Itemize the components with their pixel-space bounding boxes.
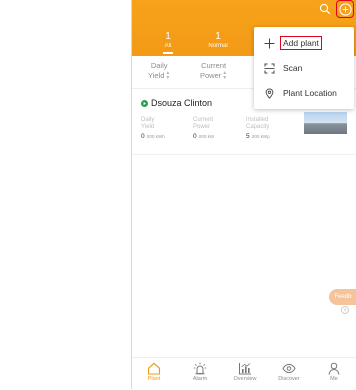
tab-normal[interactable]: 1 Normal xyxy=(198,31,238,51)
tab-label: Normal xyxy=(208,43,228,49)
metric-unit: .000 kWh xyxy=(145,134,165,139)
nav-item-alarm[interactable]: Alarm xyxy=(180,362,220,382)
add-menu: Add plant Scan Plant Location xyxy=(254,27,354,109)
metric-value: 0 xyxy=(141,133,145,140)
sort-label: Yield xyxy=(148,71,165,80)
plant-thumbnail xyxy=(304,112,347,134)
status-ok-icon xyxy=(141,99,148,107)
nav-item-me[interactable]: Me xyxy=(314,362,354,382)
metric-daily-yield: Daily Yield 0.000 kWh xyxy=(141,117,165,140)
sort-label: Current xyxy=(201,61,227,70)
metric-label: Yield xyxy=(141,124,155,130)
metric-label: Capacity xyxy=(246,124,270,130)
header-actions xyxy=(318,0,354,18)
nav-label: Discover xyxy=(278,376,300,382)
tab-underline xyxy=(163,52,173,54)
nav-label: Overview xyxy=(233,376,257,382)
feedback-button[interactable]: Feedb xyxy=(329,289,356,305)
menu-item-label: Scan xyxy=(283,63,303,73)
nav-label: Plant xyxy=(147,376,161,382)
menu-item-add-plant[interactable]: Add plant xyxy=(254,31,354,55)
chart-icon xyxy=(225,362,265,376)
metric-unit: .000 kWp xyxy=(250,134,270,139)
menu-item-label: Add plant xyxy=(280,36,322,50)
sort-current-power[interactable]: Current Power▲ ▼ xyxy=(200,61,227,81)
add-circle-icon[interactable] xyxy=(336,0,354,18)
menu-item-plant-location[interactable]: Plant Location xyxy=(254,81,354,105)
person-icon xyxy=(314,362,354,376)
metric-label: Installed xyxy=(246,117,269,123)
tab-all[interactable]: 1 All xyxy=(148,31,188,54)
nav-item-plant[interactable]: Plant xyxy=(134,362,174,382)
nav-label: Alarm xyxy=(192,376,208,382)
metric-unit: .000 kW xyxy=(197,134,215,139)
nav-item-overview[interactable]: Overview xyxy=(225,362,265,382)
metric-label: Current xyxy=(193,117,214,123)
sort-label: Daily xyxy=(150,61,168,70)
feedback-label: Feedb xyxy=(334,294,352,300)
sort-arrows-icon: ▲ ▼ xyxy=(222,70,228,82)
scan-icon xyxy=(263,62,275,74)
plant-name: Dsouza Clinton xyxy=(151,98,213,108)
sort-arrows-icon: ▲ ▼ xyxy=(165,70,171,82)
home-icon xyxy=(134,362,174,376)
sort-label: Power xyxy=(200,71,222,80)
app-screen: 1 All 1 Normal Daily Yield▲ ▼ Current Pow… xyxy=(131,0,356,390)
tab-count: 1 xyxy=(215,31,221,42)
metric-value: 5 xyxy=(246,133,250,140)
bottom-nav: Plant Alarm Overview Discover Me xyxy=(132,357,356,390)
eye-icon xyxy=(269,362,309,376)
metric-label: Power xyxy=(193,124,211,130)
sort-daily-yield[interactable]: Daily Yield▲ ▼ xyxy=(148,61,170,81)
metric-label: Daily xyxy=(141,117,155,123)
plant-title: Dsouza Clinton xyxy=(141,98,212,108)
alarm-icon xyxy=(180,362,220,376)
menu-item-label: Plant Location xyxy=(283,88,337,98)
tab-count: 1 xyxy=(165,31,171,42)
metric-current-power: Current Power 0.000 kW xyxy=(193,117,214,140)
nav-label: Me xyxy=(330,376,338,382)
location-pin-icon xyxy=(263,87,275,99)
metric-installed-capacity: Installed Capacity 5.000 kWp xyxy=(246,117,270,140)
plus-icon xyxy=(263,37,275,49)
nav-item-discover[interactable]: Discover xyxy=(269,362,309,382)
menu-item-scan[interactable]: Scan xyxy=(254,56,354,80)
close-icon[interactable]: ✕ xyxy=(341,306,349,314)
metric-value: 0 xyxy=(193,133,197,140)
search-icon[interactable] xyxy=(318,2,332,16)
tab-label: All xyxy=(164,43,172,49)
